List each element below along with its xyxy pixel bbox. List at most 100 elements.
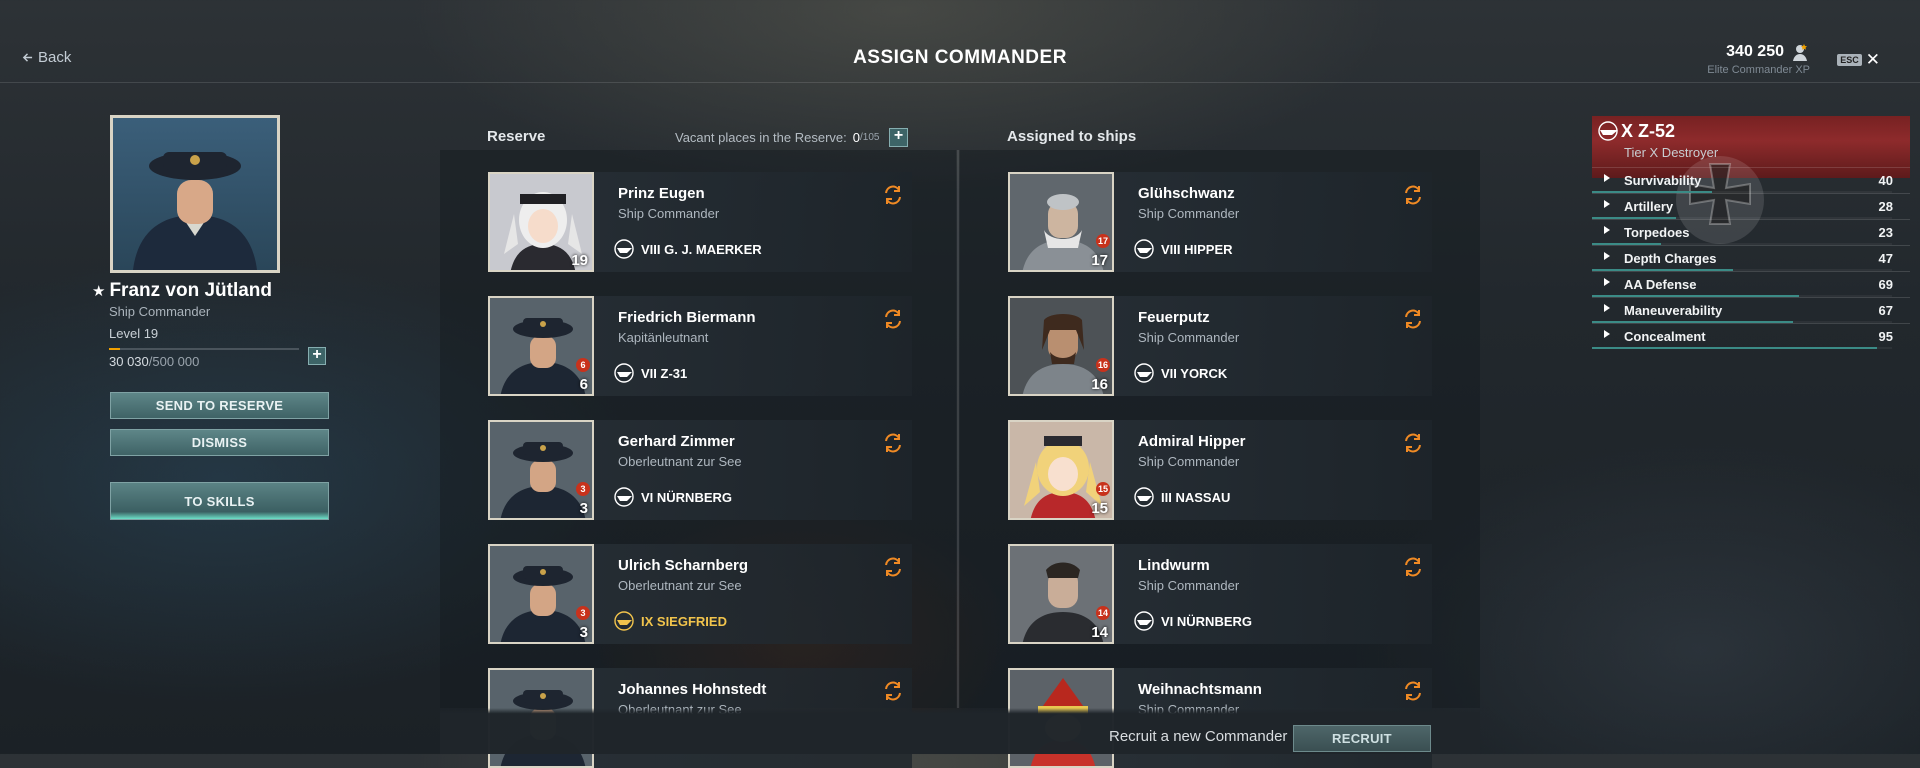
commander-level-number: 17 — [1091, 252, 1108, 269]
ship-class-icon — [1134, 239, 1154, 259]
commander-name: Ulrich Scharnberg — [618, 557, 749, 574]
send-to-reserve-button[interactable]: SEND TO RESERVE — [110, 392, 329, 419]
commander-level-number: 6 — [579, 376, 588, 393]
commander-level-number: 19 — [571, 252, 588, 269]
unassigned-skill-points-badge: 16 — [1096, 358, 1110, 372]
stat-separator — [1592, 167, 1910, 168]
commander-rank: Ship Commander — [1138, 206, 1240, 221]
unassigned-skill-points-badge: 14 — [1096, 606, 1110, 620]
stat-row-aa-defense[interactable]: AA Defense 69 — [1592, 271, 1910, 297]
reserve-commander-card[interactable]: 6 6 Friedrich Biermann Kapitänleutnant VII Z… — [488, 296, 912, 396]
commander-avatar: 66 — [488, 296, 594, 396]
buy-xp-button[interactable]: + — [308, 347, 326, 365]
stat-value: 95 — [1878, 329, 1893, 344]
close-button[interactable]: ESC ✕ — [1837, 50, 1880, 70]
stat-bar-fill — [1592, 347, 1877, 349]
commander-rank: Oberleutnant zur See — [618, 578, 742, 593]
assigned-commander-card[interactable]: 16 16 Feuerputz Ship Commander VII YORCK — [1008, 296, 1432, 396]
commander-portrait — [110, 115, 280, 273]
assigned-ship: VIII G. J. MAERKER — [614, 239, 762, 259]
stat-label: Depth Charges — [1624, 251, 1717, 266]
stat-row-maneuverability[interactable]: Maneuverability 67 — [1592, 297, 1910, 323]
unassigned-skill-points-badge: 3 — [576, 606, 590, 620]
ship-name: III NASSAU — [1161, 489, 1231, 505]
commander-name: Lindwurm — [1138, 557, 1210, 574]
commander-avatar: 19 — [488, 172, 594, 272]
stat-row-artillery[interactable]: Artillery 28 — [1592, 193, 1910, 219]
commander-xp-max: /500 000 — [148, 354, 200, 369]
swap-commander-icon[interactable] — [1402, 432, 1424, 454]
stat-value: 69 — [1878, 277, 1893, 292]
swap-commander-icon[interactable] — [882, 308, 904, 330]
favorite-star-icon[interactable]: ★ — [92, 282, 105, 300]
stat-row-concealment[interactable]: Concealment 95 — [1592, 323, 1910, 349]
vacant-label: Vacant places in the Reserve: — [675, 130, 847, 145]
commander-level-number: 3 — [579, 624, 588, 641]
destroyer-class-icon — [1598, 121, 1618, 141]
commander-rank: Kapitänleutnant — [618, 330, 709, 345]
dismiss-button[interactable]: DISMISS — [110, 429, 329, 456]
commander-avatar: 33 — [488, 420, 594, 520]
swap-commander-icon[interactable] — [882, 432, 904, 454]
commander-avatar: 33 — [488, 544, 594, 644]
expand-arrow-icon — [1604, 304, 1610, 312]
level-progress-fill — [109, 348, 121, 350]
commander-rank: Ship Commander — [1138, 454, 1240, 469]
swap-commander-icon[interactable] — [1402, 184, 1424, 206]
vacant-count: 0 — [852, 130, 860, 145]
assigned-title: Assigned to ships — [1007, 128, 1137, 145]
elite-xp-value: 340 250 — [1726, 43, 1784, 60]
recruit-button[interactable]: RECRUIT — [1293, 725, 1431, 752]
stat-separator — [1592, 193, 1910, 194]
stat-separator — [1592, 323, 1910, 324]
stat-label: Artillery — [1624, 199, 1674, 214]
stat-label: Survivability — [1624, 173, 1702, 188]
unassigned-skill-points-badge: 6 — [576, 358, 590, 372]
ship-name: VII YORCK — [1161, 365, 1228, 381]
stat-label: Maneuverability — [1624, 303, 1723, 318]
recruit-prompt: Recruit a new Commander — [1109, 728, 1288, 745]
ship-class-icon — [614, 487, 634, 507]
add-reserve-slot-button[interactable]: + — [889, 128, 908, 147]
commander-level-number: 14 — [1091, 624, 1108, 641]
stat-value: 67 — [1878, 303, 1893, 318]
stat-row-torpedoes[interactable]: Torpedoes 23 — [1592, 219, 1910, 245]
expand-arrow-icon — [1604, 252, 1610, 260]
assigned-ship: VIII HIPPER — [1134, 239, 1233, 259]
swap-commander-icon[interactable] — [1402, 556, 1424, 578]
column-divider — [957, 150, 959, 708]
ship-name: VII Z-31 — [641, 365, 688, 381]
reserve-commander-card[interactable]: 3 3 Ulrich Scharnberg Oberleutnant zur See I… — [488, 544, 912, 644]
stat-row-depth-charges[interactable]: Depth Charges 47 — [1592, 245, 1910, 271]
stat-label: AA Defense — [1624, 277, 1697, 292]
ship-tier: Tier X Destroyer — [1624, 145, 1719, 160]
commander-name: Admiral Hipper — [1138, 433, 1246, 450]
stat-label: Torpedoes — [1624, 225, 1690, 240]
commander-name: Friedrich Biermann — [618, 309, 756, 326]
unassigned-skill-points-badge: 3 — [576, 482, 590, 496]
ship-name: VIII G. J. MAERKER — [641, 241, 762, 257]
stat-separator — [1592, 245, 1910, 246]
elite-xp-display: 340 250 Elite Commander XP — [1707, 42, 1810, 76]
assigned-commander-card[interactable]: 14 14 Lindwurm Ship Commander VI NÜRNBERG — [1008, 544, 1432, 644]
stat-row-survivability[interactable]: Survivability 40 — [1592, 167, 1910, 193]
ship-class-icon — [1134, 487, 1154, 507]
reserve-commander-card[interactable]: 19 Prinz Eugen Ship Commander VIII G. J. MA… — [488, 172, 912, 272]
swap-commander-icon[interactable] — [882, 184, 904, 206]
commander-name: Feuerputz — [1138, 309, 1210, 326]
swap-commander-icon[interactable] — [882, 556, 904, 578]
swap-commander-icon[interactable] — [882, 680, 904, 702]
commander-level: Level 19 — [109, 326, 159, 341]
swap-commander-icon[interactable] — [1402, 680, 1424, 702]
swap-commander-icon[interactable] — [1402, 308, 1424, 330]
ship-name: X Z-52 — [1621, 121, 1676, 141]
assigned-commander-card[interactable]: 17 17 Glühschwanz Ship Commander VIII HIPPER — [1008, 172, 1432, 272]
reserve-title: Reserve — [487, 128, 546, 145]
commander-role: Ship Commander — [109, 304, 211, 319]
reserve-commander-card[interactable]: 3 3 Gerhard Zimmer Oberleutnant zur See VI N… — [488, 420, 912, 520]
stat-bar — [1592, 347, 1892, 349]
ship-name: VI NÜRNBERG — [641, 489, 733, 505]
assigned-commander-card[interactable]: 15 15 Admiral Hipper Ship Commander III NASS… — [1008, 420, 1432, 520]
ship-class-icon — [614, 239, 634, 259]
to-skills-button[interactable]: TO SKILLS — [110, 482, 329, 520]
